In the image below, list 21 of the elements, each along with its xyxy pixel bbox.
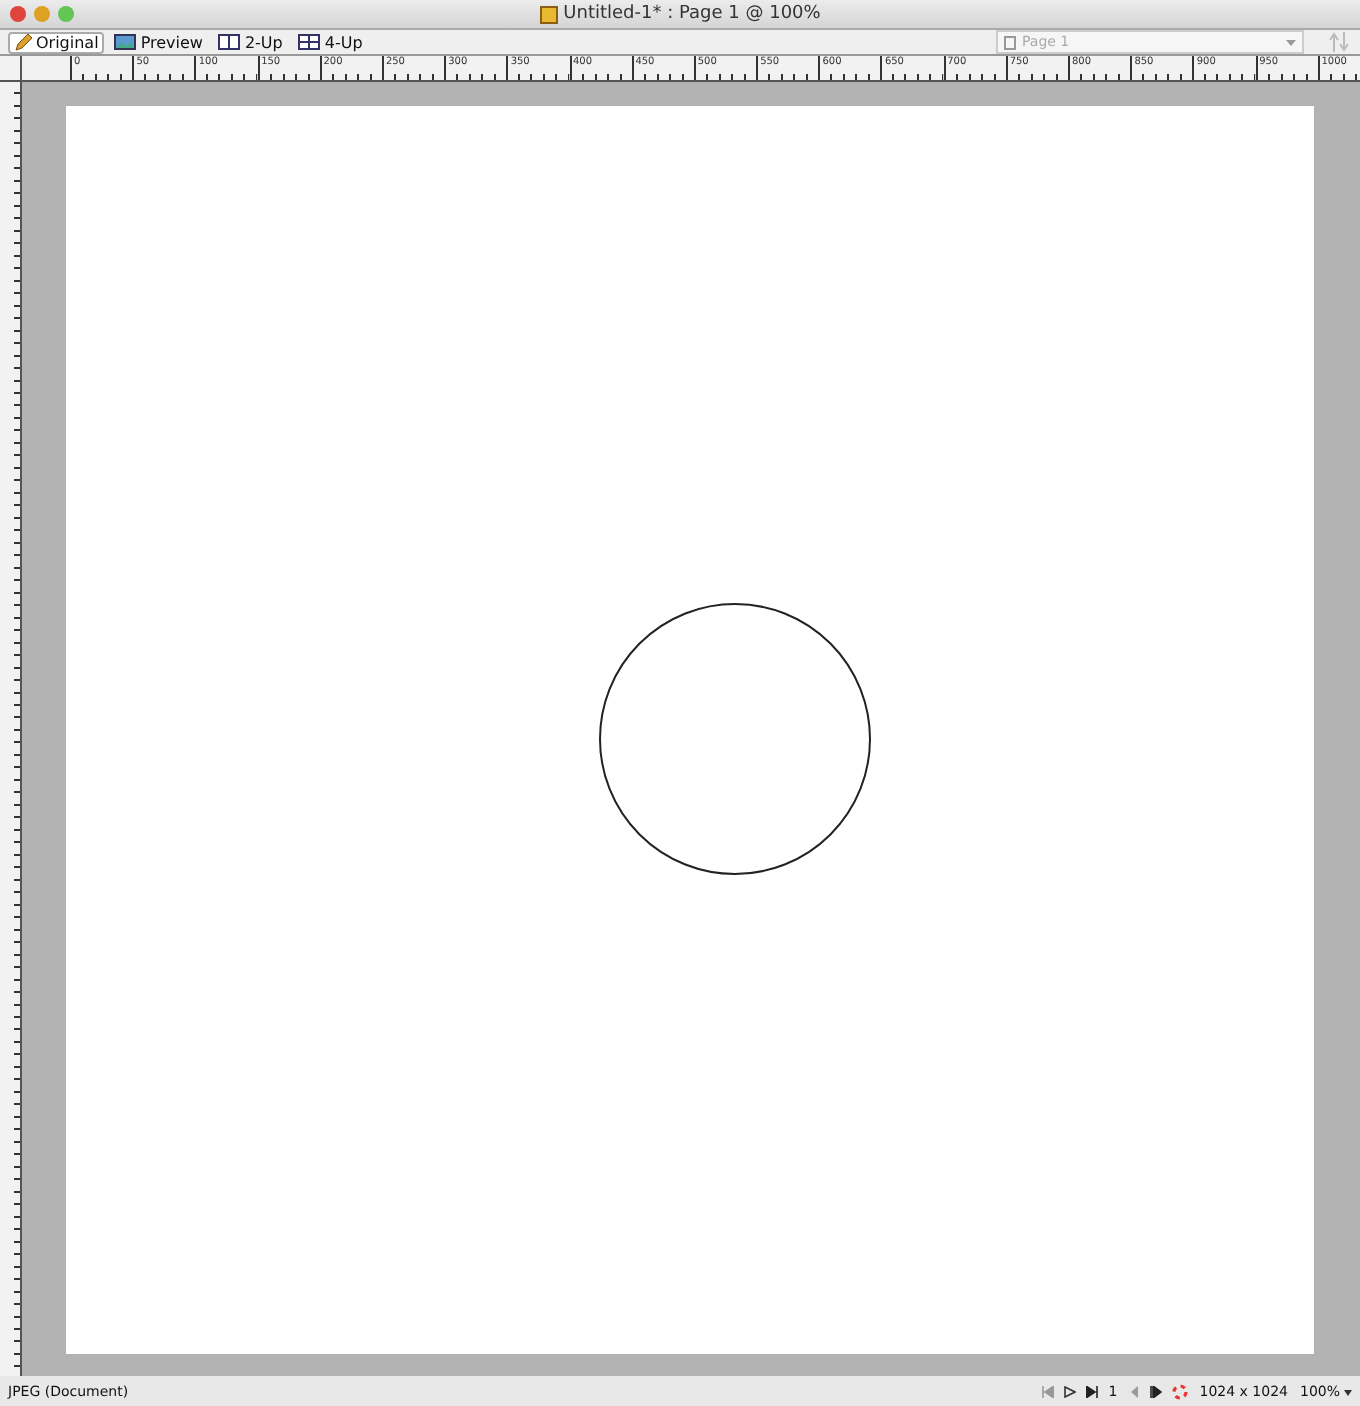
play-icon[interactable] [1064,1386,1077,1398]
caret-icon [1286,39,1296,45]
first-frame-icon[interactable] [1042,1386,1055,1398]
page-icon [1004,35,1016,49]
view-tab[interactable]: Original [8,31,105,53]
four-panel-icon [298,34,321,50]
previous-frame-icon[interactable] [1127,1386,1140,1398]
next-frame-icon[interactable] [1149,1386,1162,1398]
document-icon [539,5,558,23]
minimize-button[interactable] [34,6,50,22]
view-tab[interactable]: Preview [108,31,209,53]
two-panel-icon [218,34,241,50]
caret-icon [1344,1389,1352,1395]
image-icon [114,34,137,50]
lifebuoy-icon[interactable] [1171,1384,1188,1400]
close-button[interactable] [10,6,26,22]
last-frame-icon[interactable] [1086,1386,1099,1398]
view-tab[interactable]: 2-Up [212,31,289,53]
window-title: Untitled-1* : Page 1 @ 100% [563,4,821,24]
view-tab[interactable]: 4-Up [292,31,369,53]
zoom-button[interactable] [58,6,74,22]
